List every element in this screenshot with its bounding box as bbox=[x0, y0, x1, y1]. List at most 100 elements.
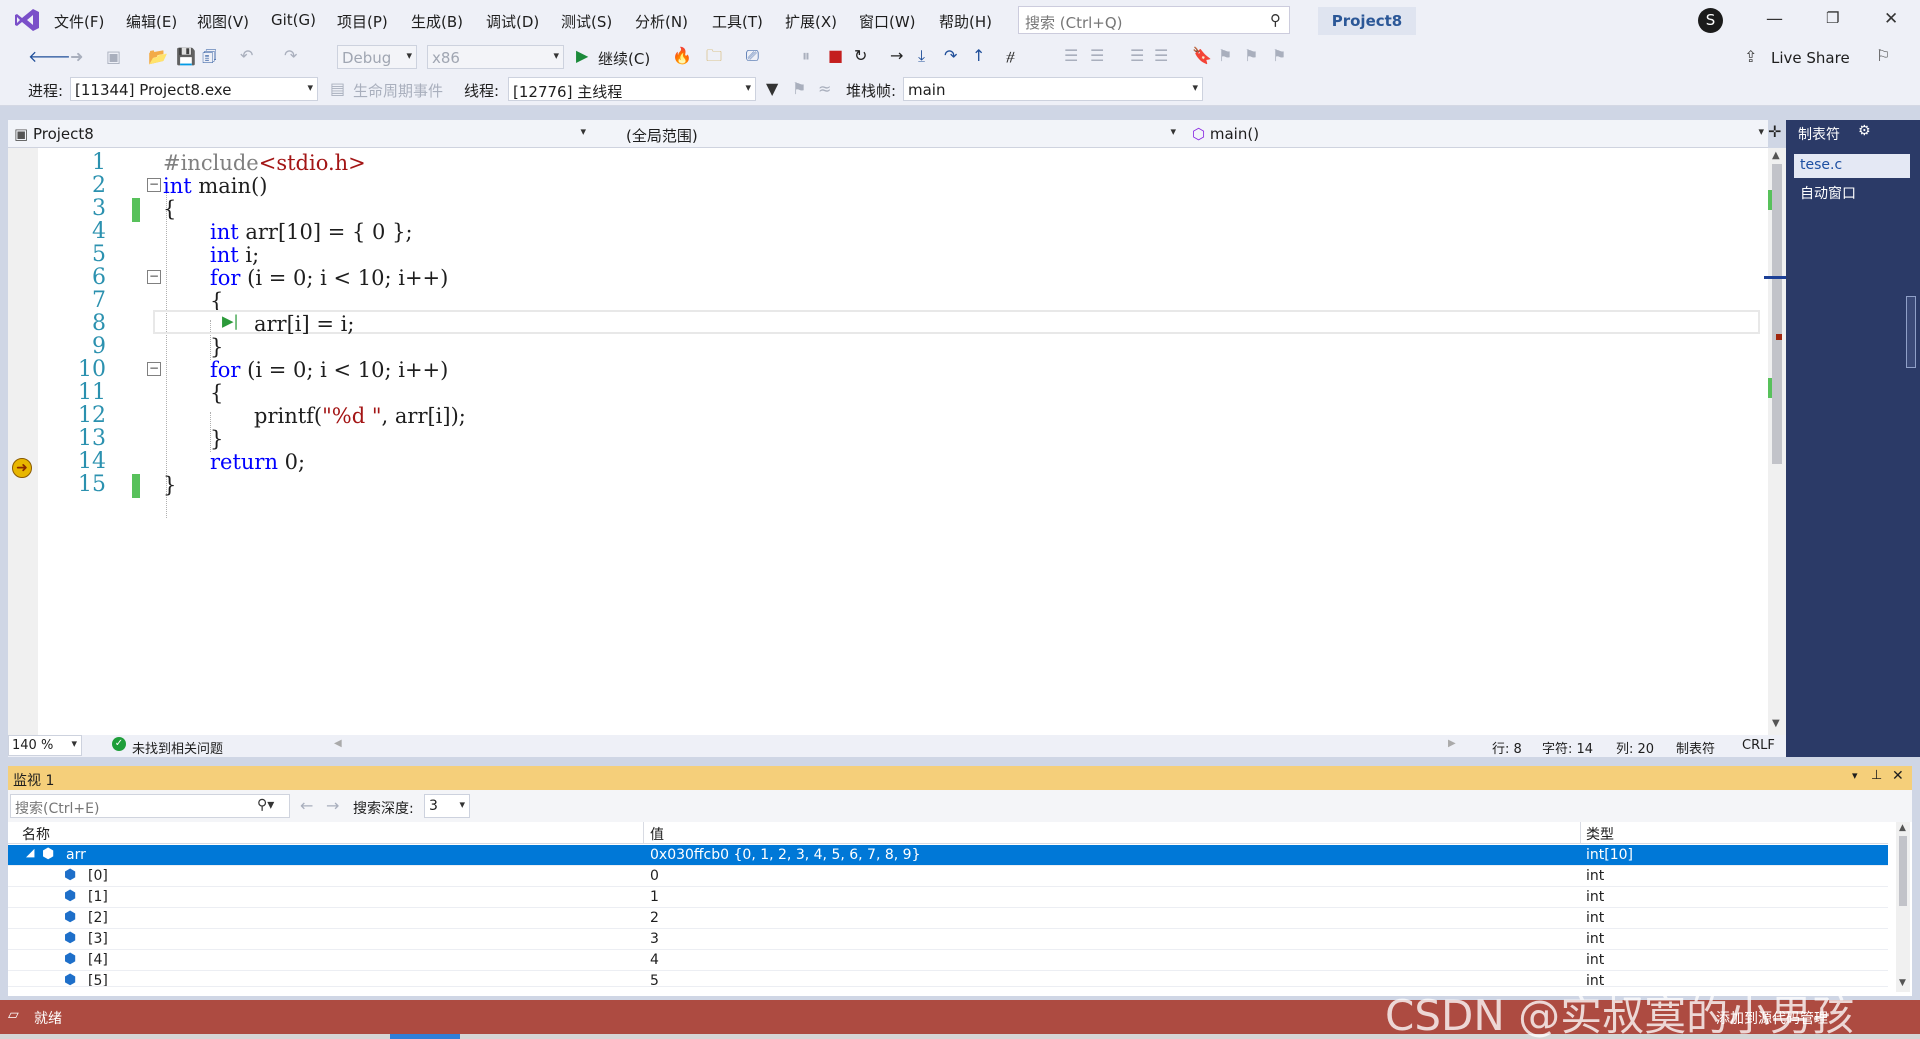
watch-header[interactable]: 监视 1 ▾ ⊥ ✕ bbox=[8, 766, 1912, 790]
clear-bookmarks-icon[interactable]: ⚑ bbox=[1272, 47, 1286, 65]
breakpoint-margin[interactable] bbox=[8, 148, 38, 735]
filter-icon[interactable]: ▼ bbox=[766, 80, 778, 98]
platform-select[interactable]: x86 ▾ bbox=[427, 45, 564, 69]
collapse-icon[interactable]: − bbox=[147, 270, 161, 284]
step-over-icon[interactable]: ↷ bbox=[944, 47, 957, 65]
panel-item-tese-c[interactable]: tese.c bbox=[1794, 154, 1910, 178]
code-editor[interactable]: ➜ 1 2 3 4 5 6 7 8 9 10 11 12 13 14 15 − … bbox=[8, 148, 1768, 735]
watch-value[interactable]: 0x030ffcb0 {0, 1, 2, 3, 4, 5, 6, 7, 8, 9… bbox=[650, 847, 921, 863]
outdent-icon[interactable]: ☰ bbox=[1154, 47, 1168, 65]
watch-row[interactable]: ⬢ [1] 1 int bbox=[8, 887, 1888, 908]
live-share-button[interactable]: Live Share bbox=[1771, 49, 1850, 67]
scrollbar-thumb[interactable] bbox=[1772, 164, 1782, 464]
flag-thread-icon[interactable]: ⚑ bbox=[792, 80, 806, 98]
scroll-right-icon[interactable]: ▶ bbox=[1448, 738, 1456, 749]
menu-test[interactable]: 测试(S) bbox=[561, 11, 612, 32]
watch-value[interactable]: 2 bbox=[650, 910, 659, 926]
menu-git[interactable]: Git(G) bbox=[271, 11, 316, 29]
collapse-arrow-icon[interactable]: ◢ bbox=[26, 846, 34, 859]
dropdown-icon[interactable]: ▾ bbox=[1852, 769, 1858, 782]
menu-view[interactable]: 视图(V) bbox=[197, 11, 249, 32]
split-editor-icon[interactable]: ✛ bbox=[1768, 122, 1781, 141]
search-forward-icon[interactable]: → bbox=[326, 796, 339, 815]
forward-icon[interactable]: ➜ bbox=[70, 48, 83, 66]
function-select[interactable]: ⬡ main() ▾ bbox=[1188, 122, 1768, 146]
open-icon[interactable]: 📂 bbox=[148, 48, 168, 66]
hot-reload-icon[interactable]: 🔥 bbox=[672, 47, 692, 65]
undo-icon[interactable]: ↶ bbox=[240, 47, 253, 65]
next-bookmark-icon[interactable]: ⚑ bbox=[1244, 47, 1258, 65]
vs-logo-icon[interactable] bbox=[14, 7, 40, 33]
gear-icon[interactable]: ⚙ bbox=[1858, 123, 1871, 139]
process-select[interactable]: [11344] Project8.exe ▾ bbox=[70, 77, 318, 101]
code-line-12[interactable]: printf("%d ", arr[i]); bbox=[254, 404, 466, 428]
watch-value[interactable]: 0 bbox=[650, 868, 659, 884]
thread-select[interactable]: [12776] 主线程 ▾ bbox=[508, 77, 756, 101]
code-line-3[interactable]: { bbox=[163, 197, 176, 221]
panel-item-autos[interactable]: 自动窗口 bbox=[1794, 180, 1910, 204]
code-line-10[interactable]: for (i = 0; i < 10; i++) bbox=[210, 358, 448, 382]
search-depth-select[interactable]: 3 ▾ bbox=[424, 794, 470, 818]
code-line-13[interactable]: } bbox=[210, 427, 223, 451]
minimize-icon[interactable]: — bbox=[1766, 9, 1783, 29]
editor-scrollbar[interactable]: ▲ ▼ bbox=[1764, 148, 1786, 735]
avatar[interactable]: S bbox=[1698, 8, 1723, 33]
menu-analyze[interactable]: 分析(N) bbox=[635, 11, 688, 32]
continue-icon[interactable]: ▶ bbox=[576, 47, 588, 65]
line-ending-indicator[interactable]: CRLF bbox=[1742, 738, 1775, 753]
restore-icon[interactable]: ❐ bbox=[1826, 9, 1839, 27]
save-all-icon[interactable]: 🗊 bbox=[202, 48, 217, 66]
configuration-select[interactable]: Debug ▾ bbox=[337, 45, 417, 69]
close-icon[interactable]: ✕ bbox=[1892, 768, 1904, 784]
prev-bookmark-icon[interactable]: ⚑ bbox=[1218, 47, 1232, 65]
menu-project[interactable]: 项目(P) bbox=[337, 11, 388, 32]
feedback-icon[interactable]: ⚐ bbox=[1876, 47, 1890, 65]
watch-search-input[interactable]: 搜索(Ctrl+E) ⚲▾ bbox=[10, 794, 290, 818]
scroll-down-icon[interactable]: ▼ bbox=[1772, 718, 1780, 729]
indent-icon[interactable]: ☰ bbox=[1130, 47, 1144, 65]
stack-frame-select[interactable]: main ▾ bbox=[903, 77, 1203, 101]
column-name[interactable]: 名称 bbox=[22, 824, 50, 844]
menu-edit[interactable]: 编辑(E) bbox=[126, 11, 177, 32]
menu-window[interactable]: 窗口(W) bbox=[859, 11, 916, 32]
collapse-icon[interactable]: − bbox=[147, 362, 161, 376]
lifecycle-icon[interactable]: ▤ bbox=[330, 80, 345, 98]
menu-tools[interactable]: 工具(T) bbox=[712, 11, 763, 32]
step-into-icon[interactable]: ⤓ bbox=[918, 47, 925, 65]
code-line-6[interactable]: for (i = 0; i < 10; i++) bbox=[210, 266, 448, 290]
new-project-icon[interactable]: ▣ bbox=[106, 48, 121, 66]
zoom-select[interactable]: 140 % ▾ bbox=[8, 735, 82, 756]
show-next-statement-icon[interactable]: → bbox=[890, 47, 903, 65]
lifecycle-events-button[interactable]: 生命周期事件 bbox=[353, 80, 443, 101]
code-line-15[interactable]: } bbox=[163, 473, 176, 497]
menu-help[interactable]: 帮助(H) bbox=[939, 11, 992, 32]
watch-value[interactable]: 5 bbox=[650, 973, 659, 986]
save-icon[interactable]: 💾 bbox=[176, 48, 196, 66]
scroll-up-icon[interactable]: ▲ bbox=[1899, 823, 1906, 833]
column-indicator[interactable]: 列: 20 bbox=[1616, 738, 1654, 757]
watch-value[interactable]: 1 bbox=[650, 889, 659, 905]
code-line-1[interactable]: #include<stdio.h> bbox=[163, 151, 366, 175]
code-line-9[interactable]: } bbox=[210, 335, 223, 359]
uncomment-icon[interactable]: ☰ bbox=[1090, 47, 1104, 65]
watch-row[interactable]: ⬢ [4] 4 int bbox=[8, 950, 1888, 971]
code-line-8[interactable]: arr[i] = i; bbox=[254, 312, 354, 336]
char-indicator[interactable]: 字符: 14 bbox=[1542, 738, 1593, 757]
menu-file[interactable]: 文件(F) bbox=[54, 11, 104, 32]
collapse-icon[interactable]: − bbox=[147, 178, 161, 192]
scope-select[interactable]: (全局范围) ▾ bbox=[598, 122, 1180, 146]
screenshot-icon[interactable]: ⎚ bbox=[746, 47, 759, 65]
menu-build[interactable]: 生成(B) bbox=[411, 11, 463, 32]
watch-scrollbar[interactable]: ▲ ▼ bbox=[1896, 822, 1910, 992]
watch-row-arr[interactable]: ◢ ⬢ arr 0x030ffcb0 {0, 1, 2, 3, 4, 5, 6,… bbox=[8, 845, 1888, 866]
watch-value[interactable]: 3 bbox=[650, 931, 659, 947]
project-select[interactable]: ▣ Project8 ▾ bbox=[10, 122, 590, 146]
run-to-click-icon[interactable]: ▶| bbox=[222, 312, 239, 330]
scrollbar-thumb[interactable] bbox=[1899, 836, 1907, 906]
folder-search-icon[interactable]: 🗀 bbox=[706, 47, 722, 65]
stop-icon[interactable]: ■ bbox=[828, 47, 843, 65]
close-icon[interactable]: ✕ bbox=[1884, 9, 1898, 29]
search-input[interactable]: 搜索 (Ctrl+Q) ⚲ bbox=[1018, 6, 1290, 34]
hex-display-icon[interactable]: ⧣ bbox=[1006, 47, 1015, 65]
watch-row[interactable]: ⬢ [0] 0 int bbox=[8, 866, 1888, 887]
